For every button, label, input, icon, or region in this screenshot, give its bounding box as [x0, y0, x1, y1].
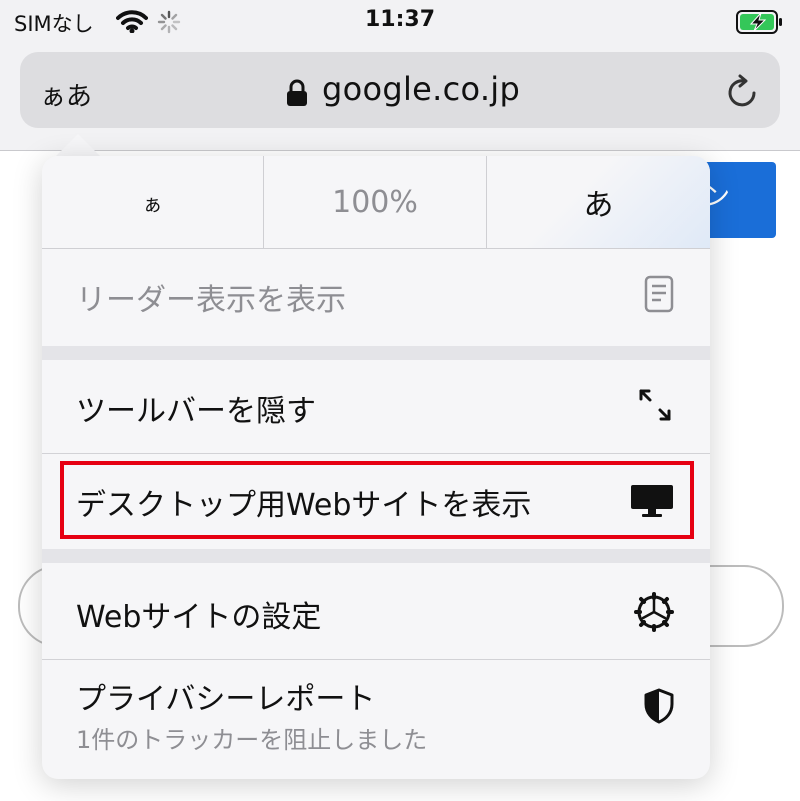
request-desktop-site-item[interactable]: デスクトップ用Webサイトを表示 [42, 454, 710, 546]
website-settings-item[interactable]: Webサイトの設定 [42, 566, 710, 658]
section-divider [42, 549, 710, 563]
reload-icon[interactable] [726, 73, 760, 113]
desktop-monitor-icon [630, 484, 674, 522]
privacy-report-item[interactable]: プライバシーレポート 1件のトラッカーを阻止しました [42, 660, 710, 760]
page-settings-menu: ぁ 100% あ リーダー表示を表示 ツールバーを隠す デスクトップ用Webサイ… [42, 156, 710, 779]
popover-arrow [56, 134, 100, 156]
request-desktop-site-label: デスクトップ用Webサイトを表示 [76, 488, 532, 523]
reader-document-icon [644, 275, 674, 317]
settings-gear-icon [634, 592, 674, 636]
hide-toolbar-label: ツールバーを隠す [76, 394, 316, 429]
lock-icon [286, 79, 308, 111]
privacy-report-sublabel: 1件のトラッカーを阻止しました [76, 726, 428, 754]
clock: 11:37 [364, 7, 436, 32]
increase-text-size-button[interactable]: あ [487, 156, 710, 248]
reader-view-item[interactable]: リーダー表示を表示 [42, 249, 710, 341]
font-size-row: ぁ 100% あ [42, 156, 710, 249]
hide-toolbar-item[interactable]: ツールバーを隠す [42, 360, 710, 452]
url-text[interactable]: google.co.jp [322, 70, 520, 108]
shield-icon [644, 688, 674, 728]
decrease-text-size-button[interactable]: ぁ [42, 156, 264, 248]
reader-view-label: リーダー表示を表示 [76, 283, 346, 318]
expand-arrows-icon [636, 386, 674, 428]
status-bar: SIMなし 11:37 [0, 0, 800, 44]
section-divider [42, 346, 710, 360]
website-settings-label: Webサイトの設定 [76, 600, 322, 635]
privacy-report-label: プライバシーレポート [76, 682, 376, 717]
text-size-button[interactable]: ぁあ [40, 76, 92, 113]
zoom-level[interactable]: 100% [264, 156, 487, 248]
battery-charging-icon [736, 10, 784, 38]
